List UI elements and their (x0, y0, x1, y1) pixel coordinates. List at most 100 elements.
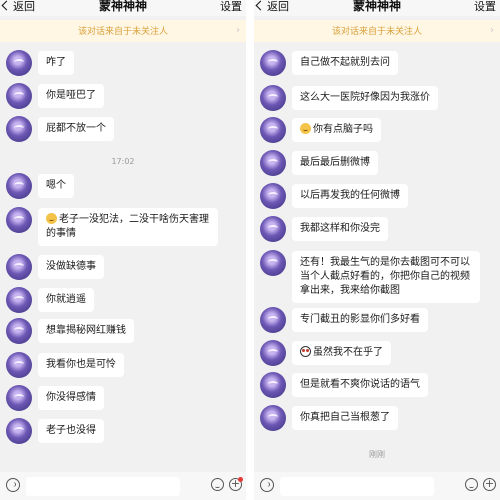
notice-text: 该对话来自于未关注人 (77, 27, 168, 37)
avatar[interactable] (6, 116, 32, 142)
message-bubble[interactable]: 屁都不放一个 (38, 117, 114, 141)
message-row: 我看你也是可怜 (6, 352, 246, 380)
message-row: 最后最后删微博 (260, 150, 500, 178)
message-row: 我都这样和你没完 (260, 216, 500, 244)
message-bubble[interactable]: 老子也没得 (38, 419, 104, 443)
timestamp: 刚刚 (369, 450, 385, 459)
chat-title: 蒙神神神 (98, 0, 147, 13)
avatar[interactable] (6, 318, 32, 344)
avatar[interactable] (6, 352, 32, 378)
avatar[interactable] (6, 287, 32, 313)
notification-dot (238, 477, 243, 482)
message-row: 嗯个 (6, 173, 246, 201)
message-row: 以后再发我的任何微博 (260, 183, 500, 211)
plus-icon[interactable]: + (483, 478, 496, 491)
avatar[interactable] (260, 50, 286, 76)
message-bubble[interactable]: 虽然我不在乎了 (292, 341, 391, 365)
message-text: 你有点脑子吗 (313, 124, 373, 135)
chat-header: 返回 蒙神神神 设置 (0, 0, 246, 16)
stranger-notice[interactable]: 该对话来自于未关注人 › (254, 20, 500, 42)
message-row: 你有点脑子吗 (260, 117, 500, 145)
emoji-icon[interactable] (211, 478, 224, 491)
notice-text: 该对话来自于未关注人 (331, 27, 422, 37)
avatar[interactable] (260, 372, 286, 398)
message-row: 你真把自己当根葱了 (260, 405, 500, 433)
message-text: 老子一没犯法，二没干啥伤天害理的事情 (46, 214, 209, 239)
message-row: 想靠揭秘网红赚钱 (6, 318, 246, 346)
message-bubble[interactable]: 自己做不起就别去问 (292, 51, 398, 75)
message-input[interactable] (280, 477, 434, 496)
message-row: 没做缺德事 (6, 254, 246, 282)
message-bubble[interactable]: 嗯个 (38, 174, 74, 198)
chat-title: 蒙神神神 (352, 0, 401, 13)
message-bubble[interactable]: 我看你也是可怜 (38, 353, 124, 377)
message-row: 老子也没得 (6, 418, 246, 446)
message-row: 自己做不起就别去问 (260, 50, 500, 78)
message-bubble[interactable]: 你真把自己当根葱了 (292, 406, 398, 430)
message-bubble[interactable]: 老子一没犯法，二没干啥伤天害理的事情 (38, 208, 218, 246)
avatar[interactable] (6, 173, 32, 199)
avatar[interactable] (260, 340, 286, 366)
chat-panel-right: 返回 蒙神神神 设置 该对话来自于未关注人 › 自己做不起就别去问 这么大一医院… (254, 0, 500, 500)
plus-icon[interactable]: + (229, 477, 243, 491)
message-bubble[interactable]: 我都这样和你没完 (292, 217, 388, 241)
message-row: 但是就看不爽你说话的语气 (260, 372, 500, 400)
voice-icon[interactable] (6, 478, 20, 492)
smile-emoji-icon (300, 123, 311, 134)
message-row: 虽然我不在乎了 (260, 340, 500, 368)
input-bar: + (254, 472, 500, 500)
message-bubble[interactable]: 专门截丑的影显你们多好看 (292, 308, 428, 332)
message-row: 咋了 (6, 50, 246, 78)
avatar[interactable] (6, 207, 32, 233)
message-row: 还有！我最生气的是你去截图可不可以当个人截点好看的，你把你自己的视频拿出来，我来… (260, 250, 500, 303)
avatar[interactable] (260, 117, 286, 143)
message-row: 你就逍遥 (6, 287, 246, 315)
avatar[interactable] (260, 405, 286, 431)
avatar[interactable] (6, 83, 32, 109)
message-bubble[interactable]: 但是就看不爽你说话的语气 (292, 373, 428, 397)
chevron-right-icon: › (490, 25, 494, 36)
avatar[interactable] (260, 150, 286, 176)
voice-icon[interactable] (260, 478, 274, 492)
avatar[interactable] (6, 385, 32, 411)
emoji-icon[interactable] (465, 478, 478, 491)
chevron-right-icon: › (236, 25, 240, 36)
message-text: 虽然我不在乎了 (313, 347, 383, 358)
avatar[interactable] (260, 216, 286, 242)
input-bar: + (0, 472, 246, 500)
avatar[interactable] (6, 254, 32, 280)
avatar[interactable] (6, 50, 32, 76)
message-bubble[interactable]: 这么大一医院好像因为我涨价 (292, 86, 438, 110)
message-bubble[interactable]: 咋了 (38, 51, 74, 75)
avatar[interactable] (260, 183, 286, 209)
message-row: 专门截丑的影显你们多好看 (260, 307, 500, 335)
message-bubble[interactable]: 你是哑巴了 (38, 84, 104, 108)
message-row: 老子一没犯法，二没干啥伤天害理的事情 (6, 207, 246, 247)
message-bubble[interactable]: 你有点脑子吗 (292, 118, 381, 142)
panel-divider (246, 0, 254, 500)
message-bubble[interactable]: 你没得感情 (38, 386, 104, 410)
chat-panel-left: 返回 蒙神神神 设置 该对话来自于未关注人 › 咋了 你是哑巴了 屁都不放一个 … (0, 0, 246, 500)
clown-emoji-icon (300, 346, 311, 357)
avatar[interactable] (260, 307, 286, 333)
avatar[interactable] (6, 418, 32, 444)
message-bubble[interactable]: 最后最后删微博 (292, 151, 378, 175)
avatar[interactable] (260, 250, 286, 276)
message-row: 这么大一医院好像因为我涨价 (260, 85, 500, 113)
settings-button[interactable]: 设置 (220, 0, 242, 14)
message-input[interactable] (26, 477, 180, 496)
message-row: 你没得感情 (6, 385, 246, 413)
timestamp: 17:02 (111, 157, 135, 166)
message-row: 屁都不放一个 (6, 116, 246, 144)
smile-emoji-icon (46, 213, 57, 224)
stranger-notice[interactable]: 该对话来自于未关注人 › (0, 20, 246, 42)
message-bubble[interactable]: 还有！我最生气的是你去截图可不可以当个人截点好看的，你把你自己的视频拿出来，我来… (292, 251, 480, 303)
message-bubble[interactable]: 你就逍遥 (38, 288, 94, 312)
message-bubble[interactable]: 没做缺德事 (38, 255, 104, 279)
chat-header: 返回 蒙神神神 设置 (254, 0, 500, 16)
message-row: 你是哑巴了 (6, 83, 246, 111)
message-bubble[interactable]: 想靠揭秘网红赚钱 (38, 319, 134, 343)
message-bubble[interactable]: 以后再发我的任何微博 (292, 184, 408, 208)
avatar[interactable] (260, 85, 286, 111)
settings-button[interactable]: 设置 (474, 0, 496, 14)
